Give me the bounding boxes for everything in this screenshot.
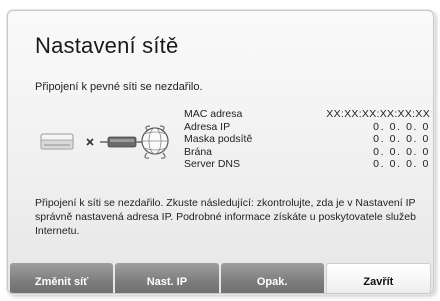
info-row-dns: Server DNS 0. 0. 0. 0 <box>184 158 430 171</box>
button-bar: Změnit síť Nast. IP Opak. Zavřít <box>10 263 431 293</box>
info-row-mac: MAC adresa XX:XX:XX:XX:XX:XX <box>184 108 430 121</box>
tv-device-icon <box>40 133 74 150</box>
info-label: Brána <box>184 145 213 158</box>
info-value: 0. 0. 0. 0 <box>373 158 430 170</box>
info-value: 0. 0. 0. 0 <box>373 120 430 133</box>
change-network-button[interactable]: Změnit síť <box>10 263 114 293</box>
info-label: MAC adresa <box>184 108 243 120</box>
retry-button[interactable]: Opak. <box>220 263 324 293</box>
troubleshoot-message: Připojení k síti se nezdařilo. Zkuste ná… <box>35 197 416 237</box>
globe-icon <box>141 125 169 159</box>
info-row-subnet: Maska podsítě 0. 0. 0. 0 <box>184 133 430 146</box>
info-label: Adresa IP <box>184 120 231 133</box>
ip-settings-button[interactable]: Nast. IP <box>115 263 219 293</box>
dialog-title: Nastavení sítě <box>35 33 179 58</box>
network-info-list: MAC adresa XX:XX:XX:XX:XX:XX Adresa IP 0… <box>184 108 430 171</box>
connection-failed-text: Připojení k pevné síti se nezdařilo. <box>35 81 203 93</box>
info-row-ip: Adresa IP 0. 0. 0. 0 <box>184 121 430 134</box>
network-settings-dialog: Nastavení sítě Připojení k pevné síti se… <box>7 10 434 294</box>
close-button[interactable]: Zavřít <box>325 263 431 293</box>
info-label: Server DNS <box>184 158 241 170</box>
cable-modem-icon <box>100 136 142 148</box>
info-value: 0. 0. 0. 0 <box>373 145 430 158</box>
connection-diagram <box>38 123 173 163</box>
info-row-gateway: Brána 0. 0. 0. 0 <box>184 146 430 159</box>
disconnected-x-icon <box>86 138 94 146</box>
info-value: 0. 0. 0. 0 <box>373 133 430 145</box>
info-value: XX:XX:XX:XX:XX:XX <box>326 108 430 120</box>
info-label: Maska podsítě <box>184 133 253 145</box>
